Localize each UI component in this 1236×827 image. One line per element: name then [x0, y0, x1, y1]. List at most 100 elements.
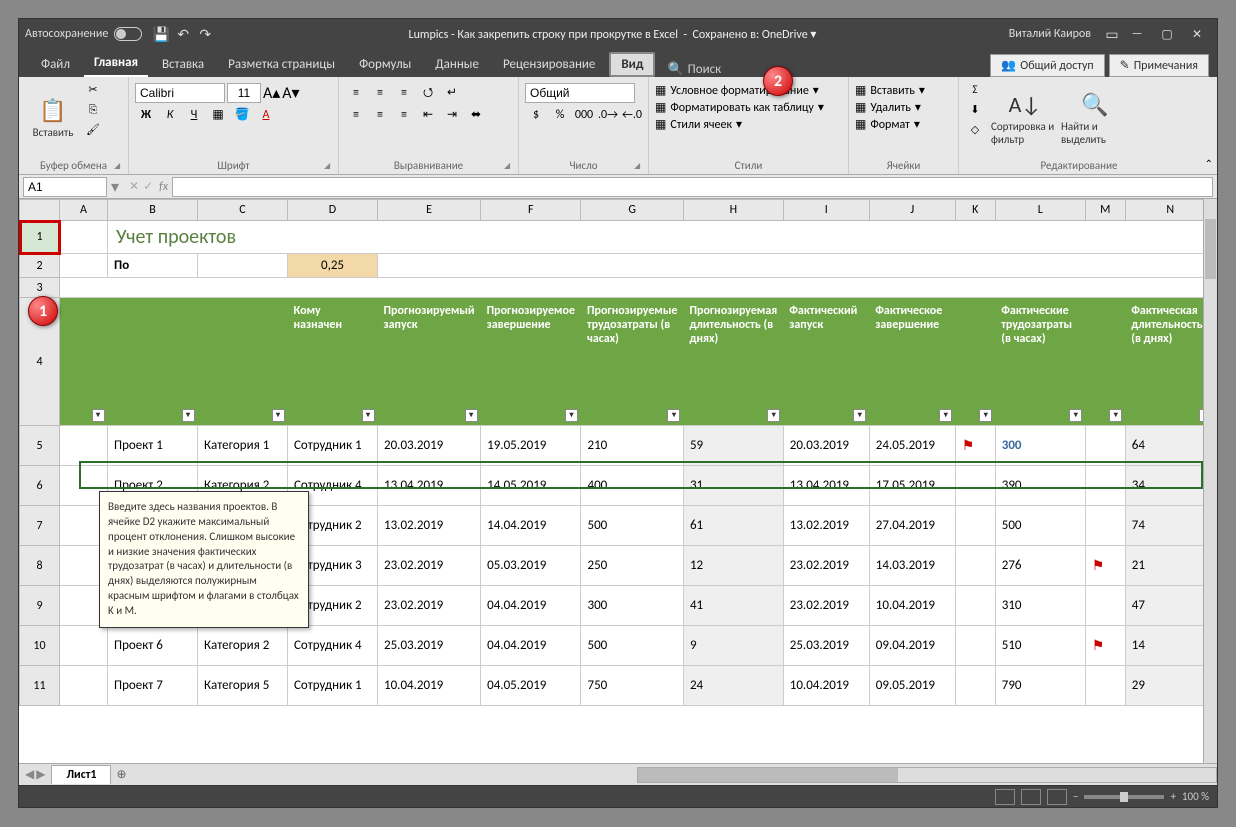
cell[interactable]: 14.03.2019 [869, 546, 955, 586]
comments-button[interactable]: ✎ Примечания [1109, 54, 1209, 77]
add-sheet-button[interactable]: ⊕ [111, 767, 131, 782]
cell[interactable]: 20.03.2019 [783, 426, 869, 466]
tab-view[interactable]: Вид [609, 52, 655, 77]
flag-cell[interactable]: ⚑ [1085, 626, 1125, 666]
align-left-icon[interactable]: ≡ [345, 105, 367, 125]
tab-formulas[interactable]: Формулы [349, 52, 421, 77]
col-header-j[interactable]: J [869, 200, 955, 221]
cell-b2[interactable]: По [108, 254, 198, 278]
fill-icon[interactable]: ⬇ [965, 103, 985, 121]
cell-d2[interactable]: 0,25 [288, 254, 378, 278]
flag-cell[interactable] [955, 666, 995, 706]
col-header-m[interactable]: M [1085, 200, 1125, 221]
cell[interactable]: 10.04.2019 [869, 586, 955, 626]
vertical-scrollbar[interactable] [1203, 199, 1217, 763]
filter-icon[interactable]: ▾ [853, 409, 866, 422]
cell[interactable] [60, 426, 108, 466]
comma-icon[interactable]: 000 [573, 105, 595, 125]
decrease-font-icon[interactable]: A▾ [282, 83, 299, 103]
cell[interactable]: 14.05.2019 [481, 466, 581, 506]
cell[interactable]: 300 [581, 586, 683, 626]
col-header-d[interactable]: D [288, 200, 378, 221]
filter-icon[interactable]: ▾ [767, 409, 780, 422]
cell[interactable]: 790 [995, 666, 1085, 706]
orientation-icon[interactable]: ⭯ [417, 83, 439, 103]
cell[interactable]: 04.05.2019 [481, 666, 581, 706]
cancel-formula-icon[interactable]: ✕ [129, 179, 139, 194]
font-dialog-icon[interactable]: ◢ [324, 161, 334, 171]
col-header-l[interactable]: Фактические трудозатраты (в часах)▾ [995, 298, 1085, 426]
cell[interactable]: 19.05.2019 [481, 426, 581, 466]
tab-file[interactable]: Файл [31, 52, 80, 77]
cell[interactable]: Проект 7 [108, 666, 198, 706]
cell[interactable]: 34 [1125, 466, 1215, 506]
font-size-input[interactable] [227, 83, 261, 103]
dropdown-icon[interactable]: ▾ [810, 28, 816, 42]
col-header-k[interactable]: K [955, 200, 995, 221]
normal-view-icon[interactable] [995, 789, 1015, 805]
flag-cell[interactable] [955, 626, 995, 666]
col-header-b[interactable]: B [108, 200, 198, 221]
row-header-11[interactable]: 11 [20, 666, 60, 706]
increase-decimal-icon[interactable]: .0→ [597, 105, 619, 125]
col-header-f[interactable]: F [481, 200, 581, 221]
col-header-d[interactable]: Кому назначен▾ [288, 298, 378, 426]
tab-layout[interactable]: Разметка страницы [218, 52, 345, 77]
search-box[interactable]: 🔍 Поиск [659, 62, 729, 77]
cell[interactable]: 24 [683, 666, 783, 706]
cell[interactable]: 31 [683, 466, 783, 506]
cell[interactable]: 500 [581, 626, 683, 666]
row-header-6[interactable]: 6 [20, 466, 60, 506]
cell[interactable]: 09.05.2019 [869, 666, 955, 706]
cell[interactable]: 13.02.2019 [783, 506, 869, 546]
cell[interactable]: 20.03.2019 [378, 426, 481, 466]
cell[interactable]: 17.05.2019 [869, 466, 955, 506]
col-header-m[interactable]: ▾ [1085, 298, 1125, 426]
format-painter-icon[interactable]: 🖌 [83, 123, 103, 141]
cell[interactable]: 13.04.2019 [378, 466, 481, 506]
cell-rest-2[interactable] [378, 254, 1216, 278]
cell[interactable]: 250 [581, 546, 683, 586]
flag-cell[interactable] [955, 586, 995, 626]
sheet-tab-1[interactable]: Лист1 [51, 765, 111, 784]
bold-icon[interactable]: Ж [135, 105, 157, 125]
save-icon[interactable]: 💾 [152, 26, 170, 43]
col-header-c[interactable]: C [198, 200, 288, 221]
cell[interactable]: Проект 1 [108, 426, 198, 466]
increase-font-icon[interactable]: A▴ [263, 83, 280, 103]
undo-icon[interactable]: ↶ [174, 26, 192, 43]
col-header-i[interactable]: Фактический запуск▾ [783, 298, 869, 426]
cell[interactable]: Сотрудник 1 [288, 666, 378, 706]
cell[interactable]: 13.04.2019 [783, 466, 869, 506]
cell[interactable]: 04.04.2019 [481, 626, 581, 666]
row-header-8[interactable]: 8 [20, 546, 60, 586]
col-header-n[interactable]: Фактическая длительность (в днях)▾ [1125, 298, 1215, 426]
cell[interactable]: 24.05.2019 [869, 426, 955, 466]
cell[interactable]: 500 [995, 506, 1085, 546]
close-button[interactable]: ✕ [1183, 23, 1211, 45]
zoom-slider[interactable] [1084, 795, 1164, 799]
col-header-h[interactable]: Прогнозируемая длительность (в днях)▾ [683, 298, 783, 426]
filter-icon[interactable]: ▾ [92, 409, 105, 422]
cell[interactable]: 59 [683, 426, 783, 466]
number-format-select[interactable] [525, 83, 635, 103]
col-header-e[interactable]: E [378, 200, 481, 221]
cell[interactable]: Проект 6 [108, 626, 198, 666]
clipboard-dialog-icon[interactable]: ◢ [114, 161, 124, 171]
user-name[interactable]: Виталий Каиров [1009, 27, 1091, 41]
formula-bar[interactable] [172, 177, 1213, 197]
cell-styles-button[interactable]: ▦Стили ячеек ▾ [655, 117, 824, 132]
cell[interactable]: 12 [683, 546, 783, 586]
format-as-table-button[interactable]: ▦Форматировать как таблицу ▾ [655, 100, 824, 115]
tab-data[interactable]: Данные [425, 52, 489, 77]
cell[interactable]: 310 [995, 586, 1085, 626]
col-header-h[interactable]: H [683, 200, 783, 221]
col-header-i[interactable]: I [783, 200, 869, 221]
select-all-corner[interactable] [20, 200, 60, 221]
row-header-10[interactable]: 10 [20, 626, 60, 666]
col-header-f[interactable]: Прогнозируемое завершение▾ [481, 298, 581, 426]
zoom-in-icon[interactable]: + [1170, 790, 1175, 803]
col-header-n[interactable]: N [1125, 200, 1215, 221]
cell[interactable]: 23.02.2019 [783, 586, 869, 626]
cell-a2[interactable] [60, 254, 108, 278]
